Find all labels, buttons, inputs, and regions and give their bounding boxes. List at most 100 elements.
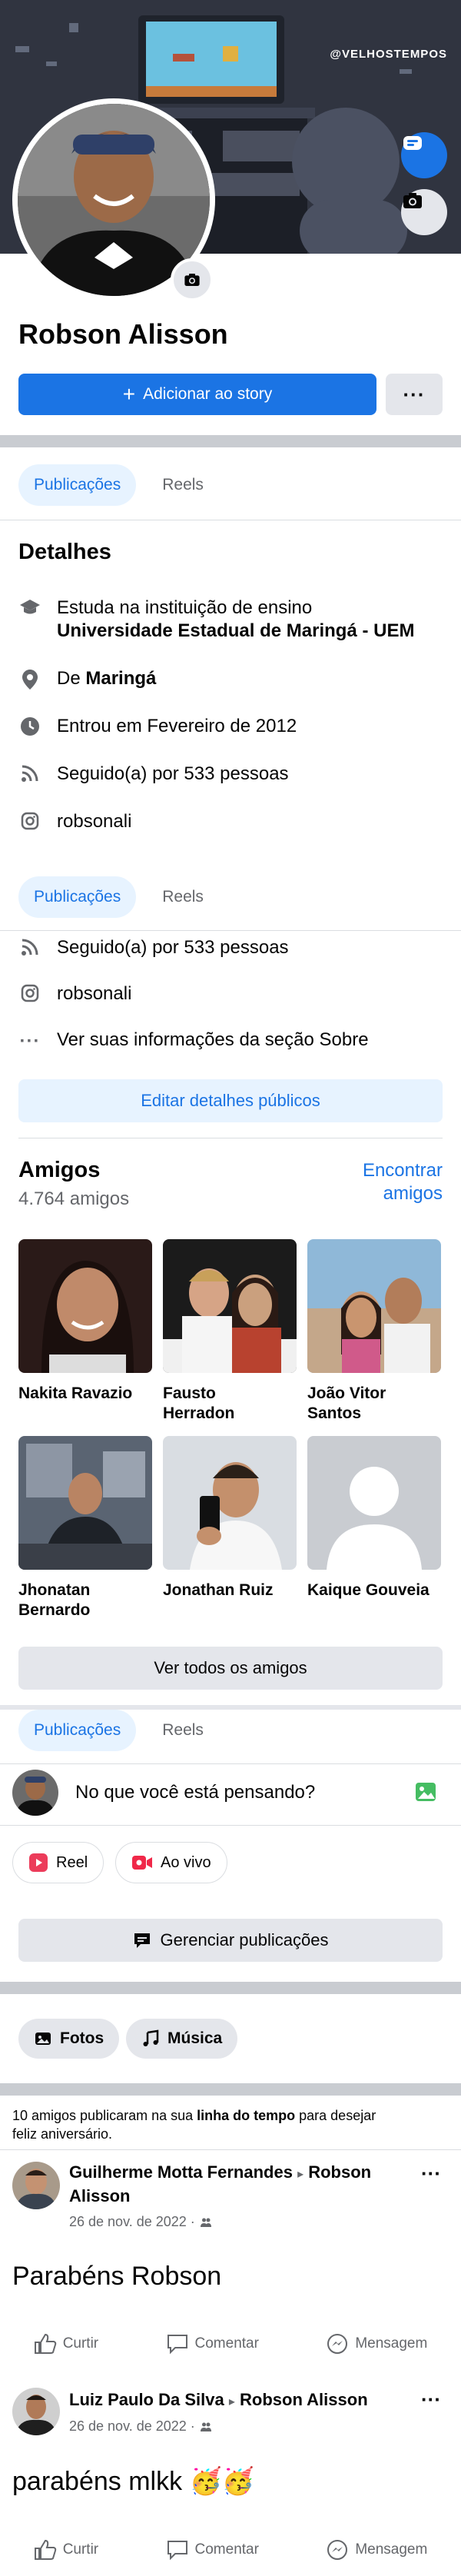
- post-header: Guilherme Motta Fernandes ▸ Robson Aliss…: [69, 2162, 407, 2207]
- post-text: Parabéns Robson: [12, 2262, 222, 2291]
- go-live-button[interactable]: Ao vivo: [115, 1842, 227, 1883]
- see-all-friends-button[interactable]: Ver todos os amigos: [18, 1647, 443, 1690]
- music-note-icon: [143, 2029, 159, 2046]
- create-reel-button[interactable]: Reel: [12, 1842, 104, 1883]
- like-button[interactable]: Curtir: [34, 2332, 98, 2355]
- birthday-timeline-link[interactable]: linha do tempo: [197, 2108, 295, 2123]
- about-link-text: Ver suas informações da seção Sobre: [57, 1029, 369, 1050]
- clock-icon: [18, 715, 41, 736]
- more-dots-icon: ···: [19, 1031, 41, 1052]
- tab-reels[interactable]: Reels: [147, 876, 219, 918]
- comment-icon: [167, 2541, 187, 2561]
- find-friends-label: amigos: [383, 1183, 443, 1204]
- message-label: Mensagem: [355, 2541, 428, 2558]
- friend-name: Nakita Ravazio: [18, 1384, 133, 1402]
- edit-profile-picture-button[interactable]: [171, 258, 214, 301]
- thumbs-up-icon: [34, 2539, 56, 2560]
- friends-audience-icon: [200, 2422, 211, 2431]
- post-options-button[interactable]: ···: [421, 2388, 441, 2411]
- cover-handle-text: @VELHOSTEMPOS: [330, 48, 447, 61]
- rss-followers-icon: [18, 936, 41, 956]
- composer-input[interactable]: No que você está pensando?: [75, 1782, 315, 1803]
- section-separator: [0, 2368, 461, 2380]
- messenger-icon: [327, 2540, 348, 2560]
- friend-photo: [18, 1436, 152, 1570]
- detail-instagram[interactable]: robsonali: [18, 982, 443, 1005]
- manage-posts-label: Gerenciar publicações: [160, 1930, 329, 1949]
- photos-label: Fotos: [60, 2029, 104, 2047]
- send-message-button[interactable]: Mensagem: [326, 2538, 427, 2561]
- tab-posts[interactable]: Publicações: [18, 876, 137, 918]
- friend-card[interactable]: João Vitor Santos: [307, 1239, 441, 1424]
- birthday-text: feliz aniversário.: [12, 2126, 113, 2142]
- messenger-avatar-button[interactable]: [401, 132, 447, 178]
- friend-name: Kaique Gouveia: [307, 1581, 429, 1599]
- photos-chip[interactable]: Fotos: [18, 2019, 120, 2059]
- birthday-text: 10 amigos publicaram na sua: [12, 2108, 197, 2123]
- profile-name: Robson Alisson: [18, 318, 228, 350]
- divider: [0, 930, 461, 931]
- reel-label: Reel: [56, 1853, 88, 1871]
- rss-followers-icon: [18, 763, 41, 783]
- birthday-summary[interactable]: 10 amigos publicaram na sua linha do tem…: [12, 2106, 449, 2143]
- like-button[interactable]: Curtir: [34, 2538, 98, 2561]
- edit-public-details-button[interactable]: Editar detalhes públicos: [18, 1079, 443, 1122]
- friend-card[interactable]: Kaique Gouveia: [307, 1436, 441, 1600]
- tab-reels[interactable]: Reels: [147, 464, 219, 506]
- post-date[interactable]: 26 de nov. de 2022 ·: [69, 2418, 195, 2435]
- post-header: Luiz Paulo Da Silva ▸ Robson Alisson: [69, 2389, 407, 2413]
- education-place[interactable]: Universidade Estadual de Maringá - UEM: [57, 620, 414, 643]
- arrow-right-icon: ▸: [297, 2168, 304, 2181]
- composer-avatar[interactable]: [12, 1770, 58, 1816]
- friend-name: Bernardo: [18, 1601, 91, 1619]
- section-separator: [0, 435, 461, 447]
- post-target-name[interactable]: Robson: [308, 2162, 371, 2182]
- post-author-name[interactable]: Luiz Paulo Da Silva: [69, 2390, 224, 2409]
- post-target-name[interactable]: Alisson: [69, 2185, 407, 2207]
- friend-card[interactable]: Nakita Ravazio: [18, 1239, 152, 1404]
- hometown-place[interactable]: Maringá: [85, 668, 156, 689]
- post-actions: Curtir Comentar Mensagem: [0, 2332, 461, 2355]
- comment-button[interactable]: Comentar: [166, 2538, 259, 2561]
- photo-gallery-icon[interactable]: [415, 1780, 438, 1807]
- music-chip[interactable]: Música: [126, 2019, 238, 2059]
- like-label: Curtir: [62, 2541, 99, 2558]
- find-friends-link[interactable]: Encontrar amigos: [363, 1159, 443, 1205]
- friend-photo: [163, 1239, 297, 1373]
- friend-card[interactable]: Fausto Herradon: [163, 1239, 297, 1424]
- post-author-avatar[interactable]: [12, 2162, 60, 2209]
- tab-posts[interactable]: Publicações: [18, 1710, 137, 1751]
- detail-education: Estuda na instituição de ensino Universi…: [18, 597, 443, 643]
- instagram-handle: robsonali: [57, 983, 132, 1004]
- friends-title: Amigos: [18, 1158, 101, 1182]
- friend-card[interactable]: Jonathan Ruiz: [163, 1436, 297, 1600]
- manage-posts-button[interactable]: Gerenciar publicações: [18, 1919, 443, 1962]
- post-target-name[interactable]: Robson Alisson: [240, 2390, 368, 2409]
- photos-icon: [35, 2033, 51, 2045]
- tab-posts[interactable]: Publicações: [18, 464, 137, 506]
- live-video-icon: [132, 1856, 152, 1870]
- section-separator: [0, 1982, 461, 1994]
- details-title: Detalhes: [18, 540, 111, 564]
- post-author-avatar[interactable]: [12, 2388, 60, 2435]
- post-date[interactable]: 26 de nov. de 2022 ·: [69, 2214, 195, 2230]
- detail-about-link[interactable]: ··· Ver suas informações da seção Sobre: [18, 1029, 443, 1053]
- comment-label: Comentar: [194, 2335, 259, 2352]
- friend-photo: [307, 1436, 441, 1570]
- tab-reels[interactable]: Reels: [147, 1710, 219, 1751]
- post-options-button[interactable]: ···: [421, 2162, 441, 2185]
- add-to-story-button[interactable]: + Adicionar ao story: [18, 374, 376, 415]
- friends-count: 4.764 amigos: [18, 1188, 130, 1209]
- friend-card[interactable]: Jhonatan Bernardo: [18, 1436, 152, 1620]
- location-pin-icon: [18, 667, 41, 690]
- send-message-button[interactable]: Mensagem: [326, 2332, 427, 2355]
- post-author-name[interactable]: Guilherme Motta Fernandes: [69, 2162, 293, 2182]
- post-actions: Curtir Comentar Mensagem: [0, 2538, 461, 2561]
- detail-instagram[interactable]: robsonali: [18, 810, 443, 833]
- more-options-button[interactable]: ···: [386, 374, 443, 415]
- edit-cover-button[interactable]: [401, 189, 447, 235]
- comment-button[interactable]: Comentar: [166, 2332, 259, 2355]
- section-separator: [0, 2083, 461, 2096]
- profile-page: @VELHOSTEMPOS Robson Alisson + Adicionar…: [0, 0, 461, 2576]
- friend-photo: [307, 1239, 441, 1373]
